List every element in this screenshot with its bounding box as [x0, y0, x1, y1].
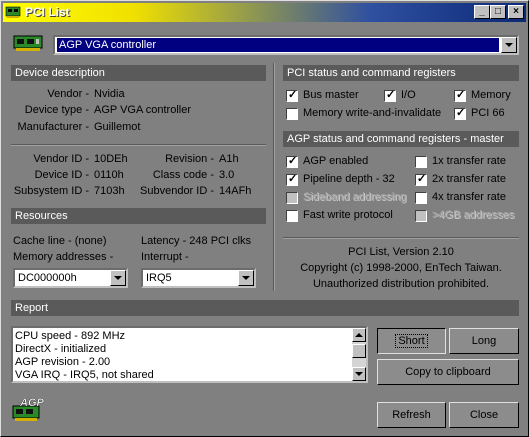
io-label: I/O: [401, 89, 416, 101]
fast-write-label: Fast write protocol: [303, 209, 393, 221]
chevron-down-icon[interactable]: [238, 270, 254, 286]
subvendor-id-value: 14AFh: [219, 185, 252, 197]
latency: Latency - 248 PCI clks: [141, 235, 252, 247]
report-header: Report: [11, 300, 519, 316]
bus-master-label: Bus master: [303, 89, 359, 101]
2x-transfer-checkbox[interactable]: [415, 172, 427, 186]
title-bar[interactable]: PCI List _ □ ×: [3, 3, 526, 22]
copy-button-label: Copy to clipboard: [405, 366, 491, 378]
memory-addresses-value: DC000000h: [18, 272, 77, 284]
class-code-label: Class code -: [152, 169, 214, 181]
report-scrollbar[interactable]: [352, 328, 366, 381]
about-version: PCI List, Version 2.10: [348, 246, 454, 258]
memory-checkbox[interactable]: [454, 88, 466, 102]
subvendor-id-label: Subvendor ID -: [140, 185, 214, 197]
4x-transfer-label: 4x transfer rate: [432, 191, 506, 203]
short-button-label: Short: [395, 334, 428, 348]
vendor-value: Nvidia: [94, 88, 125, 100]
long-button[interactable]: Long: [449, 328, 519, 354]
sideband-addressing-label: Sideband addressing: [303, 191, 407, 203]
pci66-checkbox[interactable]: [454, 106, 466, 120]
agp-status-header: AGP status and command registers - maste…: [283, 131, 519, 147]
revision-label: Revision -: [165, 153, 214, 165]
cache-line: Cache line - (none): [13, 235, 107, 247]
close-button[interactable]: Close: [449, 402, 519, 428]
4gb-addresses-label: >4GB addresses: [432, 209, 515, 221]
about-notice: Unauthorized distribution prohibited.: [312, 278, 490, 290]
memory-write-invalidate-checkbox[interactable]: [286, 108, 298, 120]
fast-write-checkbox[interactable]: [286, 210, 298, 222]
device-id-value: 0110h: [94, 169, 124, 181]
manufacturer-value: Guillemot: [94, 121, 141, 133]
resources-header: Resources: [11, 208, 266, 224]
copy-to-clipboard-button[interactable]: Copy to clipboard: [377, 359, 519, 385]
long-button-label: Long: [471, 335, 497, 347]
report-line: VGA IRQ - IRQ5, not shared: [15, 369, 154, 381]
pipeline-depth-label: Pipeline depth - 32: [303, 173, 395, 185]
refresh-button-label: Refresh: [392, 409, 431, 421]
svg-text:AGP: AGP: [19, 397, 45, 409]
manufacturer-label: Manufacturer -: [17, 121, 89, 133]
divider: [11, 144, 266, 146]
vertical-divider: [273, 63, 275, 291]
memory-write-invalidate-label: Memory write-and-invalidate: [303, 107, 442, 119]
maximize-button[interactable]: □: [490, 5, 506, 19]
scroll-down-icon[interactable]: [352, 367, 366, 381]
interrupt-select[interactable]: IRQ5: [141, 268, 256, 288]
sideband-addressing-checkbox[interactable]: [286, 192, 298, 204]
chevron-down-icon[interactable]: [110, 270, 126, 286]
memory-label: Memory: [471, 89, 511, 101]
chevron-down-icon[interactable]: [501, 37, 517, 53]
divider: [283, 237, 519, 239]
report-line: DirectX - initialized: [15, 343, 107, 355]
bus-master-checkbox[interactable]: [286, 88, 298, 102]
short-button[interactable]: Short: [377, 328, 446, 354]
report-textbox[interactable]: CPU speed - 892 MHz DirectX - initialize…: [11, 326, 368, 383]
window-title: PCI List: [25, 5, 70, 19]
2x-transfer-label: 2x transfer rate: [432, 173, 506, 185]
memory-addresses-label: Memory addresses -: [13, 251, 114, 263]
vendor-label: Vendor -: [47, 88, 89, 100]
agp-enabled-label: AGP enabled: [303, 155, 369, 167]
1x-transfer-label: 1x transfer rate: [432, 155, 506, 167]
class-code-value: 3.0: [219, 169, 235, 181]
agp-logo: AGP: [12, 397, 45, 421]
revision-value: A1h: [219, 153, 239, 165]
report-line: AGP revision - 2.00: [15, 356, 111, 368]
vendor-id-value: 10DEh: [94, 153, 128, 165]
device-id-label: Device ID -: [34, 169, 89, 181]
device-select[interactable]: AGP VGA controller: [53, 35, 519, 55]
scroll-thumb[interactable]: [352, 344, 366, 358]
device-select-value: AGP VGA controller: [57, 38, 499, 52]
about-copyright: Copyright (c) 1998-2000, EnTech Taiwan.: [300, 262, 502, 274]
minimize-button[interactable]: _: [474, 5, 490, 19]
memory-addresses-select[interactable]: DC000000h: [13, 268, 128, 288]
close-window-button[interactable]: ×: [508, 5, 524, 19]
subsystem-id-value: 7103h: [94, 185, 125, 197]
device-type-label: Device type -: [24, 104, 89, 116]
interrupt-label: Interrupt -: [141, 251, 189, 263]
interrupt-value: IRQ5: [146, 272, 172, 284]
close-button-label: Close: [469, 409, 499, 421]
device-description-header: Device description: [11, 65, 266, 81]
scroll-up-icon[interactable]: [352, 328, 366, 342]
pipeline-depth-checkbox[interactable]: [286, 172, 298, 186]
1x-transfer-checkbox[interactable]: [415, 156, 427, 168]
device-type-value: AGP VGA controller: [94, 104, 192, 116]
refresh-button[interactable]: Refresh: [377, 402, 446, 428]
pci-card-icon: [13, 35, 43, 51]
subsystem-id-label: Subsystem ID -: [13, 185, 89, 197]
pci-list-window: PCI List _ □ × AGP VGA controller Device…: [0, 0, 529, 437]
report-line: CPU speed - 892 MHz: [15, 330, 126, 342]
4gb-addresses-checkbox[interactable]: [415, 210, 427, 222]
io-checkbox[interactable]: [384, 88, 396, 102]
pci-status-header: PCI status and command registers: [283, 65, 519, 81]
pci-card-icon: [5, 6, 21, 18]
vendor-id-label: Vendor ID -: [33, 153, 89, 165]
agp-enabled-checkbox[interactable]: [286, 154, 298, 168]
pci66-label: PCI 66: [471, 107, 505, 119]
4x-transfer-checkbox[interactable]: [415, 192, 427, 204]
